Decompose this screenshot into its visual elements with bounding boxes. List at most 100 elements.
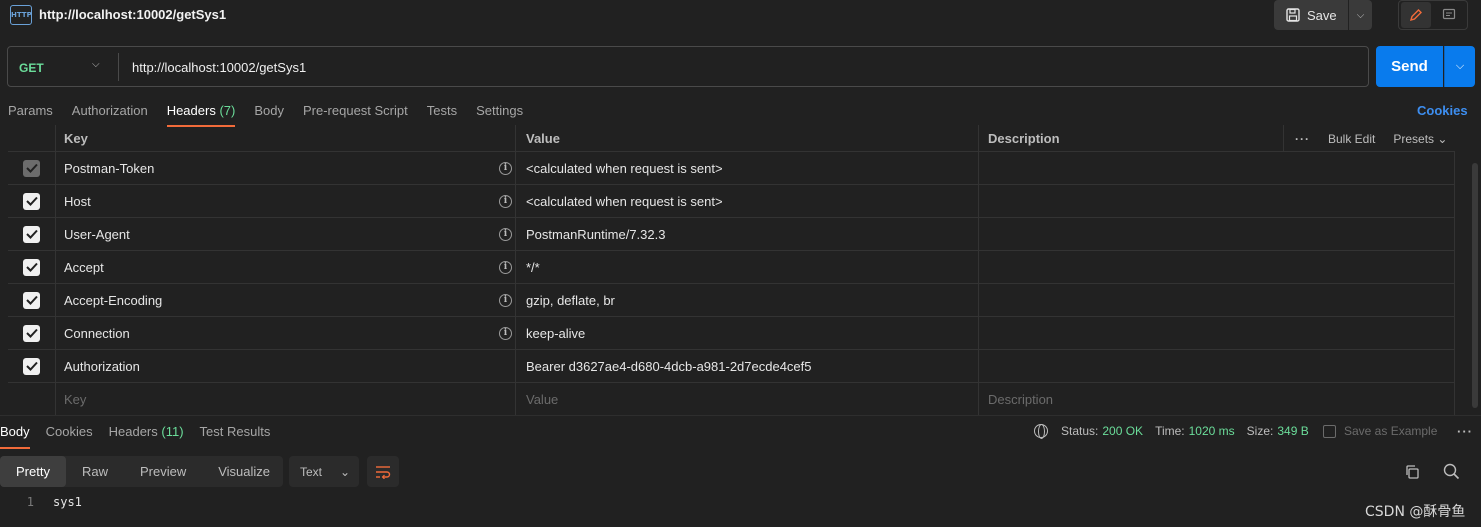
divider: [118, 53, 119, 81]
comments-button[interactable]: [1434, 2, 1464, 28]
info-icon[interactable]: i: [499, 294, 512, 307]
scrollbar[interactable]: [1472, 163, 1478, 408]
comment-icon: [1442, 8, 1456, 20]
status-value[interactable]: 200 OK: [1102, 424, 1143, 438]
header-value[interactable]: PostmanRuntime/7.32.3: [526, 227, 665, 242]
cookies-link[interactable]: Cookies: [1417, 103, 1468, 118]
header-description[interactable]: [978, 218, 1455, 250]
new-key-input[interactable]: Key: [55, 383, 515, 415]
view-raw-button[interactable]: Raw: [66, 456, 124, 487]
edit-mode-button[interactable]: [1401, 2, 1431, 28]
tab-body[interactable]: Body: [246, 98, 292, 126]
view-pretty-button[interactable]: Pretty: [0, 456, 66, 487]
view-preview-button[interactable]: Preview: [124, 456, 202, 487]
chevron-down-icon: ⌵: [1356, 9, 1365, 21]
response-tab-test-results[interactable]: Test Results: [200, 424, 271, 448]
header-value[interactable]: <calculated when request is sent>: [526, 194, 723, 209]
response-body-text[interactable]: sys1: [53, 495, 82, 509]
header-key[interactable]: Host: [64, 194, 91, 209]
header-description[interactable]: [978, 185, 1455, 217]
header-description[interactable]: [978, 152, 1455, 184]
time-value[interactable]: 1020 ms: [1189, 424, 1235, 438]
tab-tests[interactable]: Tests: [419, 98, 465, 126]
save-icon: [1286, 8, 1300, 22]
globe-icon[interactable]: [1034, 424, 1048, 439]
chevron-down-icon[interactable]: ⌵: [92, 59, 100, 70]
url-input[interactable]: http://localhost:10002/getSys1: [132, 60, 306, 75]
header-key[interactable]: Accept: [64, 260, 104, 275]
info-icon[interactable]: i: [499, 195, 512, 208]
table-row: Authorization Bearer d3627ae4-d680-4dcb-a…: [8, 350, 1455, 383]
checkmark-icon: [25, 328, 38, 338]
presets-dropdown[interactable]: Presets ⌄: [1393, 132, 1447, 146]
copy-icon[interactable]: [1404, 464, 1420, 480]
header-value[interactable]: keep-alive: [526, 326, 585, 341]
header-key[interactable]: User-Agent: [64, 227, 130, 242]
response-tabs: Body Cookies Headers (11) Test Results: [0, 424, 286, 449]
table-row: Connection i keep-alive: [8, 317, 1455, 350]
tab-params[interactable]: Params: [0, 98, 61, 126]
header-enabled-checkbox[interactable]: [23, 291, 40, 309]
info-icon[interactable]: i: [499, 162, 512, 175]
save-icon: [1323, 424, 1336, 438]
size-value[interactable]: 349 B: [1277, 424, 1308, 438]
new-description-input[interactable]: Description: [978, 383, 1455, 415]
more-options-icon[interactable]: ···: [1295, 132, 1310, 146]
bulk-edit-button[interactable]: Bulk Edit: [1328, 132, 1375, 146]
info-icon[interactable]: i: [499, 228, 512, 241]
header-description[interactable]: [978, 284, 1455, 316]
tab-authorization[interactable]: Authorization: [64, 98, 156, 126]
status-label: Status:: [1061, 424, 1099, 438]
pane-divider[interactable]: [0, 415, 1481, 416]
send-button[interactable]: Send: [1376, 46, 1443, 87]
checkmark-icon: [25, 163, 38, 173]
header-enabled-checkbox: [23, 159, 40, 177]
chevron-down-icon: ⌄: [1437, 131, 1448, 146]
request-title[interactable]: http://localhost:10002/getSys1: [39, 7, 226, 22]
new-value-input[interactable]: Value: [515, 383, 978, 415]
response-meta: Status: 200 OK Time: 1020 ms Size: 349 B: [1034, 424, 1309, 439]
send-options-button[interactable]: ⌵: [1444, 46, 1475, 87]
header-key[interactable]: Connection: [64, 326, 130, 341]
header-key[interactable]: Accept-Encoding: [64, 293, 162, 308]
header-value[interactable]: Bearer d3627ae4-d680-4dcb-a981-2d7ecde4c…: [526, 359, 812, 374]
tab-pre-request-script[interactable]: Pre-request Script: [295, 98, 416, 126]
response-tab-cookies[interactable]: Cookies: [46, 424, 93, 448]
info-icon[interactable]: i: [499, 327, 512, 340]
save-button[interactable]: Save: [1274, 0, 1348, 30]
checkmark-icon: [25, 262, 38, 272]
response-tab-body[interactable]: Body: [0, 424, 30, 449]
wrap-lines-button[interactable]: [367, 456, 399, 487]
header-description[interactable]: [978, 350, 1455, 382]
header-enabled-checkbox[interactable]: [23, 225, 40, 243]
chevron-down-icon: ⌄: [340, 464, 351, 479]
more-options-icon[interactable]: ···: [1457, 424, 1473, 439]
header-enabled-checkbox[interactable]: [23, 357, 40, 375]
header-key[interactable]: Postman-Token: [64, 161, 154, 176]
format-select[interactable]: Text ⌄: [289, 456, 359, 487]
save-options-button[interactable]: ⌵: [1349, 0, 1372, 30]
header-enabled-checkbox[interactable]: [23, 258, 40, 276]
view-visualize-button[interactable]: Visualize: [202, 456, 286, 487]
search-icon[interactable]: [1443, 463, 1460, 480]
headers-table: Key Value Description Postman-Token i <cal…: [8, 125, 1455, 416]
response-body-line: 1 sys1: [0, 492, 1481, 512]
header-description[interactable]: [978, 251, 1455, 283]
tab-settings[interactable]: Settings: [468, 98, 531, 126]
header-description[interactable]: [978, 317, 1455, 349]
checkmark-icon: [25, 196, 38, 206]
header-key[interactable]: Authorization: [64, 359, 140, 374]
tab-headers[interactable]: Headers (7): [159, 98, 244, 127]
checkmark-icon: [25, 229, 38, 239]
header-enabled-checkbox[interactable]: [23, 192, 40, 210]
header-value[interactable]: */*: [526, 260, 540, 275]
method-select[interactable]: GET: [19, 61, 44, 75]
table-tools: ··· Bulk Edit Presets ⌄: [1283, 125, 1455, 152]
header-value[interactable]: <calculated when request is sent>: [526, 161, 723, 176]
save-as-example-button[interactable]: Save as Example: [1323, 424, 1437, 438]
header-enabled-checkbox[interactable]: [23, 324, 40, 342]
info-icon[interactable]: i: [499, 261, 512, 274]
view-mode-group: Pretty Raw Preview Visualize: [0, 456, 283, 487]
header-value[interactable]: gzip, deflate, br: [526, 293, 615, 308]
response-tab-headers[interactable]: Headers (11): [109, 424, 184, 448]
